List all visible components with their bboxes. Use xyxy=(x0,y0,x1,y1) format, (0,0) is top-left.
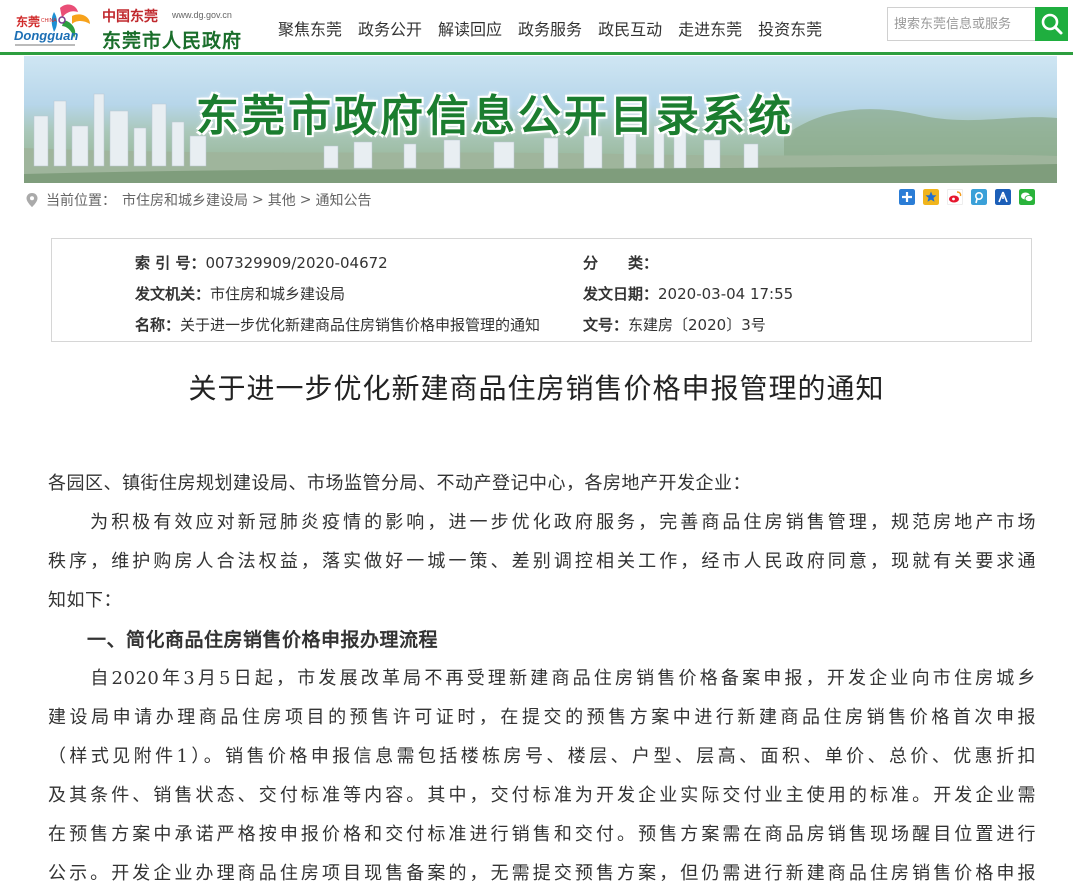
nav-item-focus[interactable]: 聚焦东莞 xyxy=(278,16,342,40)
meta-issuer-value: 市住房和城乡建设局 xyxy=(210,285,346,303)
nav-item-interaction[interactable]: 政民互动 xyxy=(598,16,662,40)
meta-index-label: 索 引 号： xyxy=(135,254,206,272)
logo-url: www.dg.gov.cn xyxy=(172,10,232,20)
location-pin-icon xyxy=(26,193,38,207)
document-meta-box: 索 引 号：007329909/2020-04672 分 类： 发文机关：市住房… xyxy=(51,238,1032,342)
svg-text:CHINA: CHINA xyxy=(41,18,57,24)
meta-date-value: 2020-03-04 17:55 xyxy=(658,285,794,303)
meta-docno: 文号：东建房〔2020〕3号 xyxy=(583,314,766,335)
breadcrumb-separator: > xyxy=(252,192,264,208)
logo-site-name: 东莞市人民政府 xyxy=(102,30,243,52)
meta-name-label: 名称： xyxy=(135,316,181,334)
weibo-icon[interactable] xyxy=(947,189,963,205)
main-nav: 聚焦东莞 政务公开 解读回应 政务服务 政民互动 走进东莞 投资东莞 xyxy=(270,16,830,40)
breadcrumb-item-notice[interactable]: 通知公告 xyxy=(315,190,371,210)
dongguan-logo-icon: 东莞 CHINA Dongguan xyxy=(14,4,90,46)
meta-date-label: 发文日期： xyxy=(583,285,659,303)
body-line: 知如下： xyxy=(48,590,122,611)
banner: 东莞市政府信息公开目录系统 xyxy=(24,56,1057,183)
body-line: 及其条件、销售状态、交付标准等内容。其中，交付标准为开发企业实际交付业主使用的标… xyxy=(48,785,1036,806)
banner-title: 东莞市政府信息公开目录系统 xyxy=(196,92,794,142)
nav-item-service[interactable]: 政务服务 xyxy=(518,16,582,40)
section-heading: 一、简化商品住房销售价格申报办理流程 xyxy=(48,629,439,651)
header-divider xyxy=(0,52,1073,55)
body-line: 秩序，维护购房人合法权益，落实做好一城一策、差别调控相关工作，经市人民政府同意，… xyxy=(48,551,1036,572)
breadcrumb-prefix: 当前位置： xyxy=(46,193,116,209)
logo-chinese-slogan: 中国东莞 xyxy=(102,9,158,25)
body-line-addressee: 各园区、镇街住房规划建设局、市场监管分局、不动产登记中心，各房地产开发企业： xyxy=(48,473,751,494)
qzone-icon[interactable] xyxy=(899,189,915,205)
document-title: 关于进一步优化新建商品住房销售价格申报管理的通知 xyxy=(188,372,885,405)
body-line: 自2020年3月5日起，市发展改革局不再受理新建商品住房销售价格备案申报，开发企… xyxy=(48,668,1036,689)
meta-issuer-label: 发文机关： xyxy=(135,285,211,303)
body-line: 为积极有效应对新冠肺炎疫情的影响，进一步优化政府服务，完善商品住房销售管理，规范… xyxy=(48,512,1036,533)
wechat-icon[interactable] xyxy=(1019,189,1035,205)
breadcrumb: 当前位置： 市住房和城乡建设局 > 其他 > 通知公告 xyxy=(26,190,371,210)
meta-name-value: 关于进一步优化新建商品住房销售价格申报管理的通知 xyxy=(180,316,541,334)
renren-icon[interactable] xyxy=(995,189,1011,205)
nav-item-about[interactable]: 走进东莞 xyxy=(678,16,742,40)
meta-index: 索 引 号：007329909/2020-04672 xyxy=(135,252,388,273)
share-toolbar xyxy=(899,189,1043,205)
svg-text:Dongguan: Dongguan xyxy=(14,28,78,43)
meta-category-label: 分 类： xyxy=(583,254,659,272)
breadcrumb-item-other[interactable]: 其他 xyxy=(268,190,296,210)
breadcrumb-separator: > xyxy=(299,192,312,208)
meta-docno-value: 东建房〔2020〕3号 xyxy=(628,316,766,334)
site-logo[interactable]: 东莞 CHINA Dongguan 中国东莞 www.dg.gov.cn 东莞市… xyxy=(14,2,244,52)
meta-name: 名称：关于进一步优化新建商品住房销售价格申报管理的通知 xyxy=(135,314,540,335)
document-body: 各园区、镇街住房规划建设局、市场监管分局、不动产登记中心，各房地产开发企业： 为… xyxy=(48,469,1036,895)
meta-category: 分 类： xyxy=(583,252,658,273)
body-line: 公示。开发企业办理商品住房项目现售备案的，无需提交预售方案，但仍需进行新建商品住… xyxy=(48,863,1036,884)
meta-index-value: 007329909/2020-04672 xyxy=(205,254,388,272)
search-button[interactable] xyxy=(1035,7,1068,41)
meta-issuer: 发文机关：市住房和城乡建设局 xyxy=(135,283,345,304)
favorite-star-icon[interactable] xyxy=(923,189,939,205)
body-line: 建设局申请办理商品住房项目的预售许可证时，在提交的预售方案中进行新建商品住房销售… xyxy=(48,707,1036,728)
search-input[interactable] xyxy=(887,7,1035,41)
breadcrumb-item-housing-bureau[interactable]: 市住房和城乡建设局 xyxy=(122,190,248,210)
nav-item-invest[interactable]: 投资东莞 xyxy=(758,16,822,40)
tencent-weibo-icon[interactable] xyxy=(971,189,987,205)
body-line: 在预售方案中承诺严格按申报价格和交付标准进行销售和交付。预售方案需在商品房销售现… xyxy=(48,824,1036,845)
svg-text:东莞: 东莞 xyxy=(16,14,40,29)
site-header: 东莞 CHINA Dongguan 中国东莞 www.dg.gov.cn 东莞市… xyxy=(0,0,1073,52)
nav-item-interpret[interactable]: 解读回应 xyxy=(438,16,502,40)
meta-docno-label: 文号： xyxy=(583,316,629,334)
meta-date: 发文日期：2020-03-04 17:55 xyxy=(583,283,793,304)
body-line: （样式见附件1）。销售价格申报信息需包括楼栋房号、楼层、户型、层高、面积、单价、… xyxy=(48,746,1036,767)
search-icon xyxy=(1041,13,1063,35)
nav-item-gov-open[interactable]: 政务公开 xyxy=(358,16,422,40)
